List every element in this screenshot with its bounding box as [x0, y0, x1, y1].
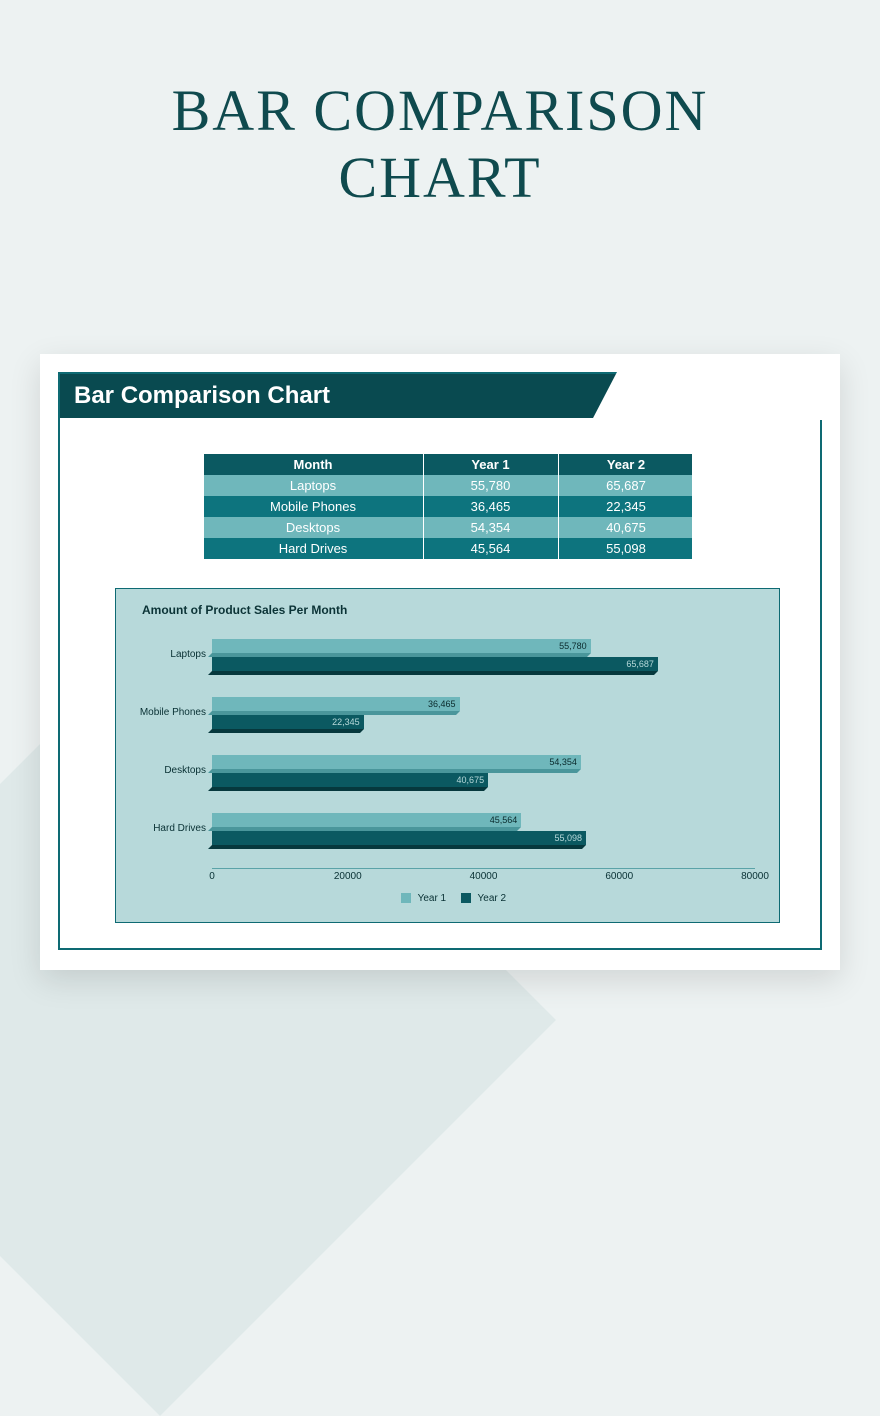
x-tick-label: 40000	[470, 871, 498, 882]
row-label: Laptops	[204, 475, 424, 496]
page-title: BAR COMPARISON CHART	[0, 0, 880, 211]
chart-plot-area: 020000400006000080000 Laptops55,78065,68…	[212, 627, 755, 887]
legend-label-year2: Year 2	[478, 893, 507, 904]
chart-group: Mobile Phones36,46522,345	[212, 693, 755, 745]
panel-body: Month Year 1 Year 2 Laptops 55,780 65,68…	[60, 418, 820, 948]
row-y2: 65,687	[559, 475, 694, 496]
legend-swatch-year2	[461, 893, 471, 903]
table-header-year1: Year 1	[424, 454, 559, 475]
row-y1: 36,465	[424, 496, 559, 517]
category-label: Mobile Phones	[128, 707, 206, 718]
bar-year2: 22,345	[212, 715, 364, 729]
row-y2: 40,675	[559, 517, 694, 538]
bar-value-label: 36,465	[428, 699, 456, 709]
chart-legend: Year 1 Year 2	[134, 893, 761, 904]
chart-title: Amount of Product Sales Per Month	[142, 603, 761, 617]
row-label: Mobile Phones	[204, 496, 424, 517]
category-label: Hard Drives	[128, 823, 206, 834]
category-label: Laptops	[128, 649, 206, 660]
bar-value-label: 22,345	[332, 717, 360, 727]
panel-header: Bar Comparison Chart	[60, 374, 820, 418]
row-y2: 55,098	[559, 538, 694, 559]
table-header-month: Month	[204, 454, 424, 475]
legend-swatch-year1	[401, 893, 411, 903]
row-y2: 22,345	[559, 496, 694, 517]
table-row: Laptops 55,780 65,687	[204, 475, 692, 496]
chart-group: Laptops55,78065,687	[212, 635, 755, 687]
bar-year2: 40,675	[212, 773, 488, 787]
x-tick-label: 20000	[334, 871, 362, 882]
row-label: Hard Drives	[204, 538, 424, 559]
bar-year1: 55,780	[212, 639, 591, 653]
bar-value-label: 40,675	[457, 775, 485, 785]
chart-group: Desktops54,35440,675	[212, 751, 755, 803]
legend-label-year1: Year 1	[418, 893, 447, 904]
chart-container: Amount of Product Sales Per Month 0 20000…	[115, 588, 780, 923]
row-y1: 54,354	[424, 517, 559, 538]
bar-value-label: 55,098	[554, 833, 582, 843]
page-title-line1: BAR COMPARISON	[172, 78, 709, 143]
data-table: Month Year 1 Year 2 Laptops 55,780 65,68…	[203, 453, 693, 560]
chart-group: Hard Drives45,56455,098	[212, 809, 755, 861]
bar-value-label: 65,687	[626, 659, 654, 669]
x-axis-ticks: 020000400006000080000	[212, 871, 755, 887]
bar-value-label: 54,354	[549, 757, 577, 767]
row-y1: 55,780	[424, 475, 559, 496]
bar-value-label: 55,780	[559, 641, 587, 651]
row-y1: 45,564	[424, 538, 559, 559]
table-header-year2: Year 2	[559, 454, 694, 475]
table-header-row: Month Year 1 Year 2	[204, 454, 692, 475]
table-row: Mobile Phones 36,465 22,345	[204, 496, 692, 517]
page-title-line2: CHART	[338, 145, 541, 210]
x-tick-label: 0	[209, 871, 215, 882]
panel-header-text: Bar Comparison Chart	[74, 382, 330, 409]
bar-year1: 45,564	[212, 813, 521, 827]
x-axis-line	[212, 868, 755, 869]
panel: Bar Comparison Chart Month Year 1 Year 2…	[58, 372, 822, 950]
bar-year2: 65,687	[212, 657, 658, 671]
table-row: Desktops 54,354 40,675	[204, 517, 692, 538]
x-tick-label: 60000	[605, 871, 633, 882]
table-row: Hard Drives 45,564 55,098	[204, 538, 692, 559]
row-label: Desktops	[204, 517, 424, 538]
bar-year1: 36,465	[212, 697, 460, 711]
bar-year1: 54,354	[212, 755, 581, 769]
category-label: Desktops	[128, 765, 206, 776]
bar-value-label: 45,564	[490, 815, 518, 825]
template-card: Bar Comparison Chart Month Year 1 Year 2…	[40, 354, 840, 970]
x-tick-label: 80000	[741, 871, 769, 882]
bar-year2: 55,098	[212, 831, 586, 845]
